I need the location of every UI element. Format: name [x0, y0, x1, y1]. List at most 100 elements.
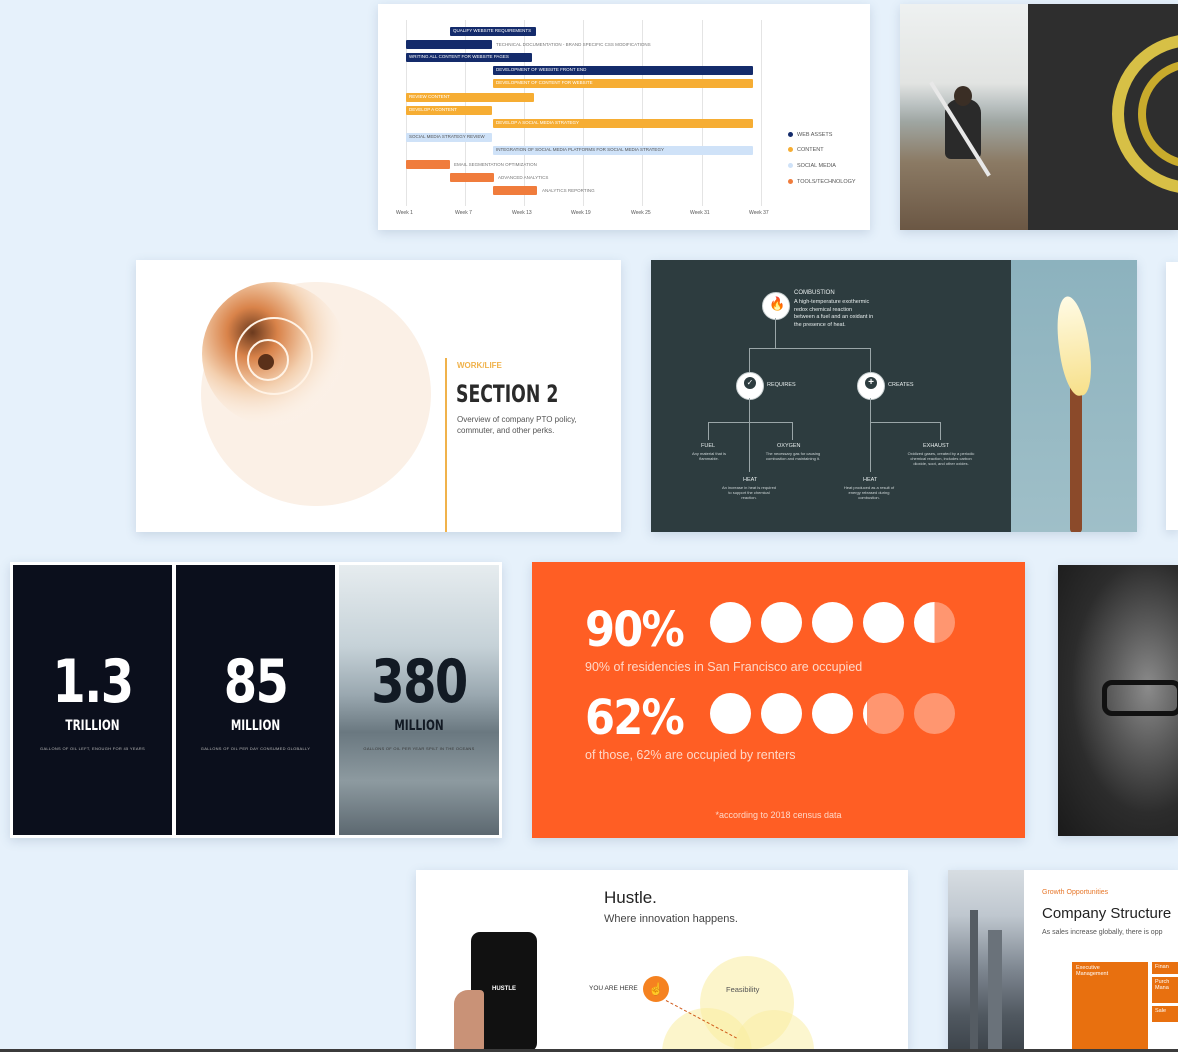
gantt-bar-label: ANALYTICS REPORTING — [542, 188, 595, 193]
pictogram-dot — [863, 602, 904, 643]
structure-kicker: Growth Opportunities — [1042, 889, 1109, 896]
connector — [708, 422, 792, 423]
grid-line — [761, 20, 762, 206]
hustle-title: Hustle. — [604, 888, 657, 907]
caption-90: 90% of residencies in San Francisco are … — [585, 660, 863, 674]
pin-icon: ☝ — [643, 976, 669, 1002]
pictogram-dot — [863, 693, 904, 734]
oxygen-text: The necessary gas for causing combustion… — [765, 451, 821, 461]
section-body: Overview of company PTO policy, commuter… — [457, 415, 577, 435]
legend-item: SOCIAL MEDIA — [788, 163, 836, 169]
percent-62: 62% — [585, 690, 685, 746]
match-stick — [1070, 385, 1082, 532]
org-box-purchasing: Purch Mana — [1152, 977, 1178, 1003]
org-box-label: Executive Management — [1076, 965, 1109, 977]
combustion-description: A high-temperature exothermic redox chem… — [794, 299, 874, 328]
gantt-bar: DEVELOP A CONTENT — [406, 106, 492, 115]
gantt-bar — [493, 186, 537, 195]
stat-caption: GALLONS OF OIL PER DAY CONSUMED GLOBALLY — [200, 746, 311, 751]
connector — [870, 398, 871, 422]
stat-panel-1: 1.3 TRILLION GALLONS OF OIL LEFT, ENOUGH… — [13, 565, 172, 835]
glasses — [1102, 680, 1178, 716]
connector — [749, 398, 750, 422]
connector — [708, 422, 709, 440]
pictogram-dot — [914, 693, 955, 734]
you-are-here-label: YOU ARE HERE — [589, 985, 638, 992]
hustle-slide[interactable]: Hustle. Where innovation happens. HUSTLE… — [416, 870, 908, 1052]
pictogram-dot — [710, 693, 751, 734]
gantt-bar — [406, 160, 450, 169]
plus-icon: + — [865, 377, 877, 389]
org-box-finance: Finan — [1152, 962, 1178, 974]
stat-number: 380 — [371, 647, 468, 717]
percent-90: 90% — [585, 602, 685, 658]
gantt-bar: WRITING ALL CONTENT FOR WEBSITE PAGES — [406, 53, 532, 62]
gantt-bar-label: WRITING ALL CONTENT FOR WEBSITE PAGES — [409, 54, 509, 59]
gantt-bar: DEVELOPMENT OF CONTENT FOR WEBSITE — [493, 79, 753, 88]
stat-unit: TRILLION — [65, 718, 120, 734]
heat-out-text: Heat produced as a result of energy rele… — [843, 485, 895, 500]
occupancy-slide[interactable]: 90% 90% of residencies in San Francisco … — [532, 562, 1025, 838]
fuel-title: FUEL — [701, 443, 716, 449]
connector — [775, 318, 776, 348]
exhaust-text: Oxidized gases, created by a periodic ch… — [907, 451, 975, 466]
week-label: Week 1 — [396, 210, 413, 216]
structure-title: Company Structure — [1042, 905, 1172, 922]
gantt-bar-label: TECHNICAL DOCUMENTATION - BRAND SPECIFIC… — [496, 42, 651, 47]
gantt-bar: INTEGRATION OF SOCIAL MEDIA PLATFORMS FO… — [493, 146, 753, 155]
week-label: Week 7 — [455, 210, 472, 216]
org-box-label: Sale — [1155, 1008, 1167, 1014]
requires-label: REQUIRES — [767, 382, 796, 388]
connector — [792, 422, 793, 440]
combustion-diagram-slide[interactable]: 🔥 COMBUSTION A high-temperature exotherm… — [651, 260, 1137, 532]
gantt-bar: REVIEW CONTENT — [406, 93, 534, 102]
gantt-bar — [450, 173, 494, 182]
week-label: Week 25 — [631, 210, 651, 216]
legend-item: WEB ASSETS — [788, 132, 832, 138]
heat-text: An increase in heat is required to suppo… — [721, 485, 777, 500]
heat-out-title: HEAT — [863, 477, 878, 483]
feasibility-label: Feasibility — [726, 985, 760, 994]
surfer-photo-slide[interactable] — [900, 4, 1178, 230]
week-label: Week 13 — [512, 210, 532, 216]
skyscraper — [970, 910, 978, 1052]
section-kicker: WORK/LIFE — [457, 361, 502, 370]
gantt-bar-label: INTEGRATION OF SOCIAL MEDIA PLATFORMS FO… — [496, 147, 664, 152]
week-label: Week 19 — [571, 210, 591, 216]
org-box-sales: Sale — [1152, 1006, 1178, 1022]
structure-body: As sales increase globally, there is opp — [1042, 929, 1163, 936]
legend-item: CONTENT — [788, 147, 824, 153]
stat-number: 85 — [223, 647, 289, 717]
city-photo — [948, 870, 1024, 1052]
gantt-bar-label: EMAIL SEGMENTATION OPTIMIZATION — [454, 162, 537, 167]
gantt-bar-label: QUALIFY WEBSITE REQUIREMENTS — [453, 28, 532, 33]
gantt-bar: DEVELOP A SOCIAL MEDIA STRATEGY — [493, 119, 753, 128]
pictogram-dot — [812, 693, 853, 734]
portrait-slide[interactable] — [1058, 565, 1178, 836]
gantt-bar — [406, 40, 492, 49]
company-structure-slide[interactable]: Growth Opportunities Company Structure A… — [948, 870, 1178, 1052]
connector — [870, 422, 871, 472]
stat-unit: MILLION — [230, 718, 281, 734]
exhaust-title: EXHAUST — [923, 443, 949, 449]
partial-slide[interactable] — [1166, 262, 1178, 530]
accent-divider — [445, 358, 447, 532]
oxygen-title: OXYGEN — [777, 443, 801, 449]
statistics-slide[interactable]: 1.3 TRILLION GALLONS OF OIL LEFT, ENOUGH… — [10, 562, 502, 838]
org-box-label: Finan — [1155, 964, 1169, 970]
stat-panel-2: 85 MILLION GALLONS OF OIL PER DAY CONSUM… — [176, 565, 335, 835]
gantt-bar: DEVELOPMENT OF WEBSITE FRONT END — [493, 66, 753, 75]
surfer-head — [954, 86, 972, 106]
gantt-bar-label: DEVELOPMENT OF WEBSITE FRONT END — [496, 67, 587, 72]
gantt-bar: QUALIFY WEBSITE REQUIREMENTS — [450, 27, 536, 36]
stat-panel-3: 380 MILLION GALLONS OF OIL PER YEAR SPIL… — [339, 565, 499, 835]
gantt-bar-label: REVIEW CONTENT — [409, 94, 450, 99]
pictogram-dot — [710, 602, 751, 643]
gantt-bar-label: ADVANCED ANALYTICS — [498, 175, 549, 180]
stat-caption: GALLONS OF OIL PER YEAR SPILT IN THE OCE… — [363, 746, 475, 751]
section-slide[interactable]: WORK/LIFE SECTION 2 Overview of company … — [136, 260, 621, 532]
connector — [749, 348, 870, 349]
gantt-bar: SOCIAL MEDIA STRATEGY REVIEW — [406, 133, 492, 142]
gantt-bar-label: DEVELOPMENT OF CONTENT FOR WEBSITE — [496, 80, 593, 85]
gantt-chart-slide[interactable]: QUALIFY WEBSITE REQUIREMENTS TECHNICAL D… — [378, 4, 870, 230]
